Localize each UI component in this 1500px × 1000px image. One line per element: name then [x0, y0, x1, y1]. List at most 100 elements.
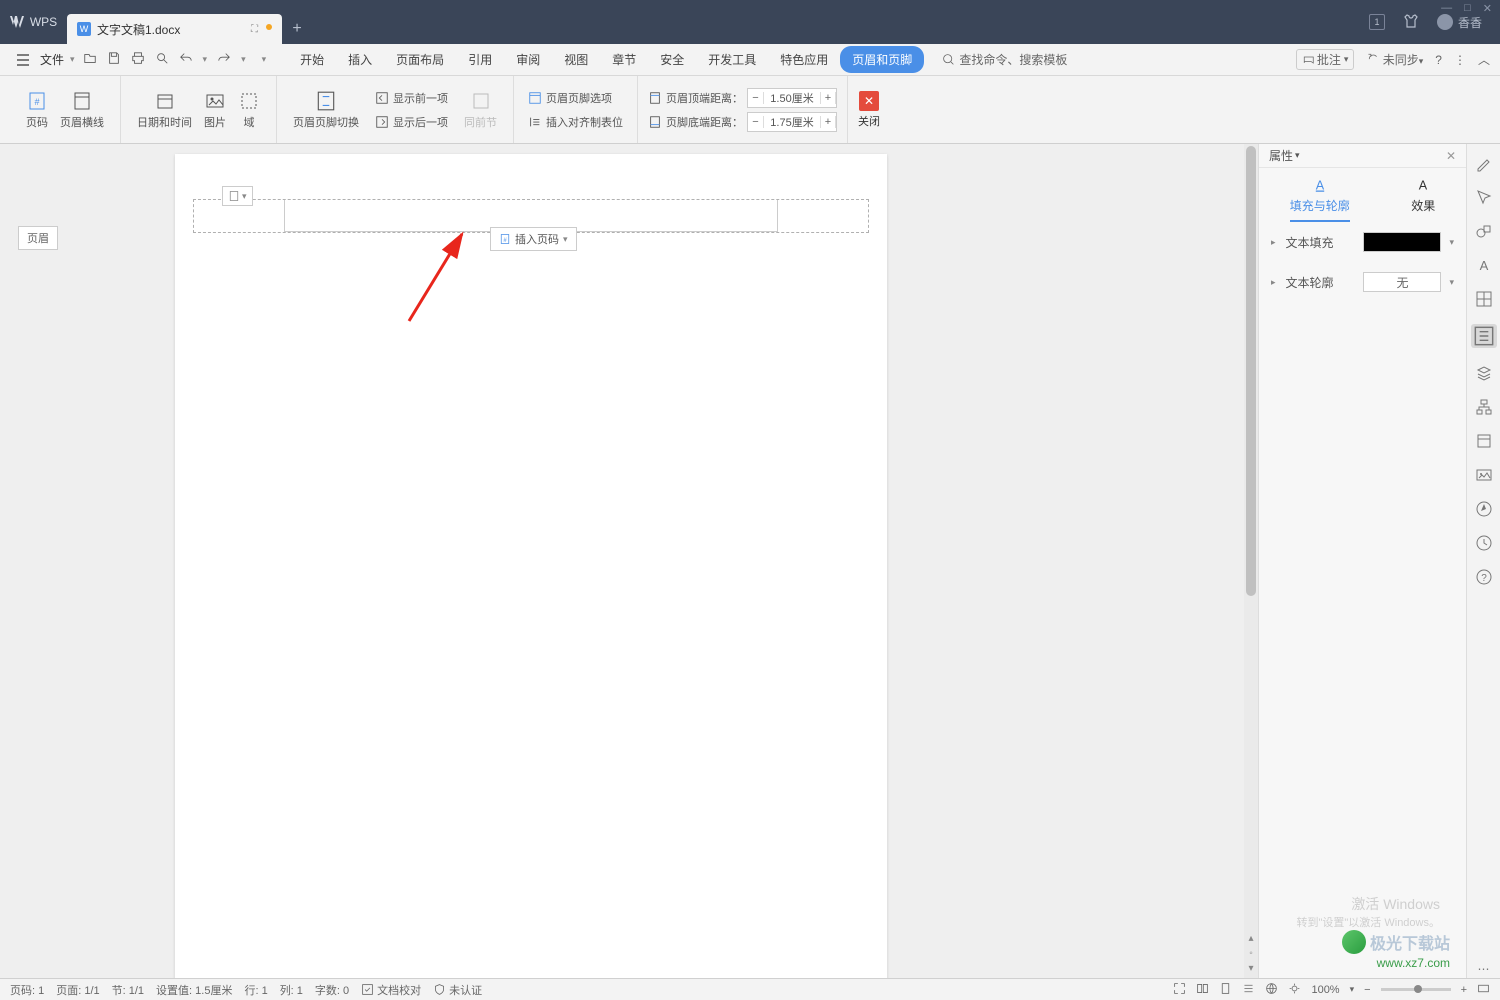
- increase-button[interactable]: +: [820, 92, 836, 104]
- sb-page-num[interactable]: 页码: 1: [10, 982, 44, 998]
- save-icon[interactable]: [107, 51, 121, 68]
- compass-icon[interactable]: [1475, 500, 1493, 518]
- zoom-out-button[interactable]: −: [1364, 984, 1370, 996]
- sb-section[interactable]: 节: 1/1: [112, 982, 144, 998]
- expand-icon[interactable]: ▸: [1271, 277, 1276, 288]
- sb-wordcount[interactable]: 字数: 0: [315, 982, 349, 998]
- show-next-button[interactable]: 显示后一项: [371, 112, 452, 132]
- collapse-ribbon-icon[interactable]: ︿: [1478, 51, 1490, 68]
- sb-auth[interactable]: 未认证: [433, 982, 482, 998]
- window-maximize[interactable]: □: [1464, 2, 1471, 14]
- qat-more[interactable]: ▾: [262, 54, 267, 65]
- annotate-button[interactable]: 批注▾: [1296, 49, 1355, 70]
- sb-col[interactable]: 列: 1: [280, 982, 303, 998]
- increase-button[interactable]: +: [820, 116, 836, 128]
- sync-status[interactable]: 未同步▾: [1366, 51, 1423, 68]
- view-page-icon[interactable]: [1219, 982, 1232, 998]
- window-minimize[interactable]: —: [1441, 2, 1452, 14]
- footer-bot-spinner[interactable]: − 1.75厘米 +: [747, 112, 837, 132]
- wps-home-button[interactable]: WPS: [0, 0, 67, 44]
- grid-icon[interactable]: [1475, 290, 1493, 308]
- header-doc-icon-button[interactable]: ▾: [222, 186, 253, 206]
- more-icon[interactable]: ⋮: [1454, 53, 1466, 67]
- view-web-icon[interactable]: [1265, 982, 1278, 998]
- tab-insert[interactable]: 插入: [336, 46, 384, 73]
- print-icon[interactable]: [131, 51, 145, 68]
- tab-reference[interactable]: 引用: [456, 46, 504, 73]
- layers-icon[interactable]: [1475, 364, 1493, 382]
- text-icon[interactable]: A: [1475, 256, 1493, 274]
- header-top-spinner[interactable]: − 1.50厘米 +: [747, 88, 837, 108]
- page-down-icon[interactable]: ▾: [1248, 963, 1253, 974]
- more-tools-icon[interactable]: ⋯: [1475, 960, 1493, 978]
- hf-options-button[interactable]: 页眉页脚选项: [524, 88, 627, 108]
- sb-page[interactable]: 页面: 1/1: [56, 982, 99, 998]
- page-nav-icon[interactable]: ◦: [1249, 948, 1253, 959]
- zoom-slider[interactable]: [1381, 988, 1451, 991]
- decrease-button[interactable]: −: [748, 116, 764, 128]
- insert-align-tab-button[interactable]: 插入对齐制表位: [524, 112, 627, 132]
- help-icon[interactable]: ?: [1435, 53, 1442, 67]
- file-dropdown-icon[interactable]: ▾: [70, 54, 75, 65]
- date-time-button[interactable]: 日期和时间: [131, 90, 198, 130]
- properties-icon[interactable]: [1471, 324, 1497, 348]
- page-up-icon[interactable]: ▴: [1248, 933, 1253, 944]
- close-header-footer-button[interactable]: ✕ 关闭: [858, 91, 880, 129]
- redo-icon[interactable]: [217, 51, 231, 68]
- window-close[interactable]: ✕: [1483, 2, 1492, 15]
- help-tool-icon[interactable]: ?: [1475, 568, 1493, 586]
- prop-tab-effect[interactable]: A 效果: [1411, 176, 1435, 222]
- tab-page-layout[interactable]: 页面布局: [384, 46, 456, 73]
- text-fill-row[interactable]: ▸ 文本填充 ▾: [1259, 222, 1466, 262]
- tab-chapter[interactable]: 章节: [600, 46, 648, 73]
- page-number-button[interactable]: # 页码: [20, 90, 54, 130]
- text-outline-row[interactable]: ▸ 文本轮廓 无 ▾: [1259, 262, 1466, 302]
- header-line-button[interactable]: 页眉横线: [54, 90, 110, 130]
- user-account[interactable]: 香香: [1437, 14, 1482, 31]
- image-tool-icon[interactable]: [1475, 466, 1493, 484]
- navigation-icon[interactable]: [1475, 432, 1493, 450]
- select-icon[interactable]: [1475, 188, 1493, 206]
- print-preview-icon[interactable]: [155, 51, 169, 68]
- notification-badge[interactable]: 1: [1369, 14, 1385, 30]
- properties-close-icon[interactable]: ✕: [1446, 149, 1456, 163]
- expand-icon[interactable]: ▸: [1271, 237, 1276, 248]
- shape-icon[interactable]: [1475, 222, 1493, 240]
- undo-dropdown[interactable]: ▾: [203, 54, 208, 65]
- text-fill-color-picker[interactable]: [1363, 232, 1441, 252]
- sb-proof[interactable]: 文档校对: [361, 982, 421, 998]
- tab-review[interactable]: 审阅: [504, 46, 552, 73]
- scrollbar-thumb[interactable]: [1246, 146, 1256, 596]
- pencil-icon[interactable]: [1475, 154, 1493, 172]
- field-button[interactable]: 域: [232, 90, 266, 130]
- tab-security[interactable]: 安全: [648, 46, 696, 73]
- document-canvas[interactable]: ▾ 页眉 # 插入页码 ▾: [0, 144, 1258, 978]
- same-prev-section-button[interactable]: 同前节: [458, 90, 503, 130]
- command-search[interactable]: 查找命令、搜索模板: [942, 51, 1067, 68]
- tab-monitor-icon[interactable]: ⛶: [251, 24, 258, 35]
- redo-dropdown[interactable]: ▾: [241, 54, 246, 65]
- tab-special[interactable]: 特色应用: [768, 46, 840, 73]
- history-icon[interactable]: [1475, 534, 1493, 552]
- view-focus-icon[interactable]: [1288, 982, 1301, 998]
- insert-page-number-button[interactable]: # 插入页码 ▾: [490, 227, 577, 251]
- prop-tab-fill[interactable]: A 填充与轮廓: [1290, 176, 1350, 222]
- tab-header-footer[interactable]: 页眉和页脚: [840, 46, 924, 73]
- text-outline-picker[interactable]: 无: [1363, 272, 1441, 292]
- sb-setvalue[interactable]: 设置值: 1.5厘米: [156, 982, 232, 998]
- menu-icon[interactable]: [10, 50, 36, 70]
- view-fullscreen-icon[interactable]: [1173, 982, 1186, 998]
- zoom-label[interactable]: 100%: [1311, 984, 1339, 996]
- hf-switch-button[interactable]: 页眉页脚切换: [287, 90, 365, 130]
- vertical-scrollbar[interactable]: ▴ ◦ ▾: [1244, 144, 1258, 978]
- footer-bot-value[interactable]: 1.75厘米: [764, 114, 820, 130]
- structure-icon[interactable]: [1475, 398, 1493, 416]
- file-menu[interactable]: 文件: [40, 51, 64, 68]
- shirt-icon[interactable]: [1403, 13, 1419, 32]
- view-read-icon[interactable]: [1196, 982, 1209, 998]
- decrease-button[interactable]: −: [748, 92, 764, 104]
- zoom-in-button[interactable]: +: [1461, 984, 1467, 996]
- open-icon[interactable]: [83, 51, 97, 68]
- header-top-value[interactable]: 1.50厘米: [764, 90, 820, 106]
- tab-view[interactable]: 视图: [552, 46, 600, 73]
